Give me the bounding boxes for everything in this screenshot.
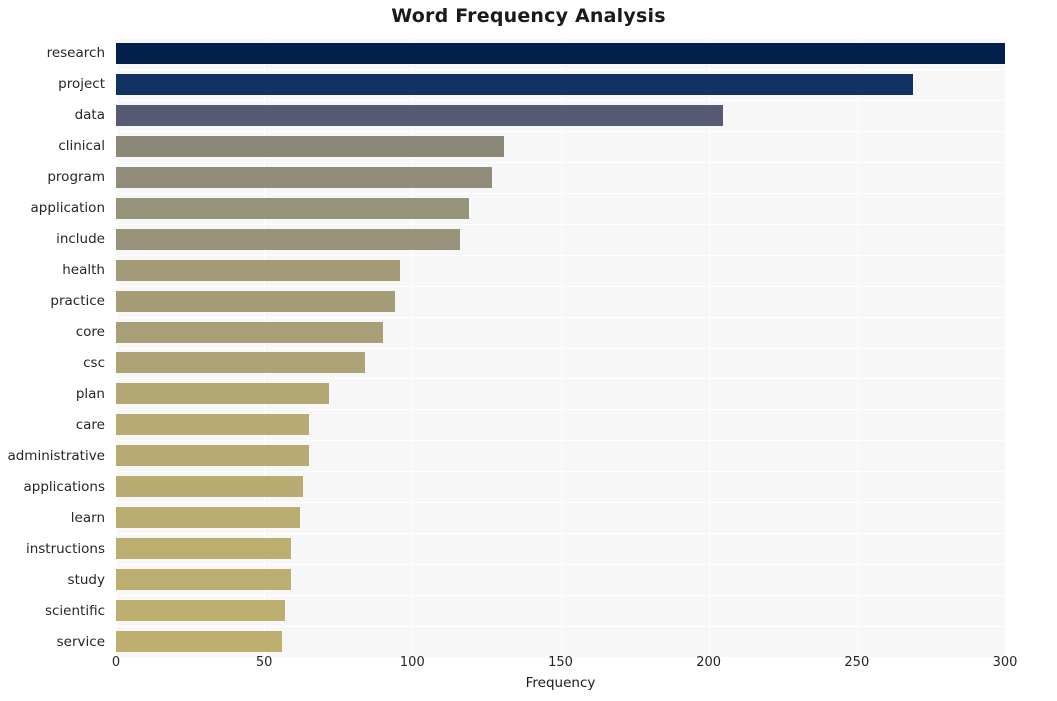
bar	[116, 414, 309, 436]
bar	[116, 352, 365, 374]
bar-fill	[116, 259, 401, 281]
bar-fill	[116, 569, 291, 591]
bar	[116, 228, 460, 250]
bar-fill	[116, 166, 493, 188]
bar	[116, 197, 469, 219]
y-axis-tick-labels: research project data clinical program applic…	[0, 38, 110, 657]
bar-fill	[116, 290, 395, 312]
y-tick-label: plan	[75, 385, 105, 402]
bar	[116, 104, 724, 126]
y-tick-label: csc	[83, 354, 105, 371]
x-tick-label: 200	[696, 655, 722, 670]
gridline-vertical	[1005, 38, 1006, 657]
bar	[116, 476, 303, 498]
bar-fill	[116, 507, 300, 529]
y-tick-label: care	[75, 416, 105, 433]
bar-fill	[116, 104, 724, 126]
x-tick-label: 50	[255, 655, 273, 670]
y-tick-label: core	[75, 324, 105, 341]
bar-fill	[116, 383, 330, 405]
bar	[116, 445, 309, 467]
y-tick-label: practice	[50, 293, 105, 310]
y-tick-label: health	[62, 262, 105, 279]
y-tick-label: service	[56, 633, 105, 650]
bar-fill	[116, 476, 303, 498]
x-tick-label: 300	[992, 655, 1018, 670]
bar	[116, 507, 300, 529]
bar	[116, 538, 291, 560]
bar-fill	[116, 352, 365, 374]
x-tick-label: 100	[399, 655, 425, 670]
bar-fill	[116, 228, 460, 250]
word-frequency-chart: Word Frequency Analysis research project d…	[0, 0, 1057, 701]
bar	[116, 259, 401, 281]
bar	[116, 42, 1005, 64]
bar	[116, 135, 505, 157]
x-tick-label: 150	[548, 655, 573, 670]
chart-title: Word Frequency Analysis	[391, 5, 666, 27]
bar-fill	[116, 600, 285, 622]
x-tick-label: 0	[111, 655, 121, 670]
bar-fill	[116, 197, 469, 219]
bar-fill	[116, 414, 309, 436]
x-axis-tick-labels: 0 50 100 150 200 250 300	[0, 655, 1057, 677]
bar-fill	[116, 321, 383, 343]
bar	[116, 383, 330, 405]
bar-fill	[116, 631, 282, 653]
bar-fill	[116, 135, 505, 157]
y-tick-label: program	[47, 169, 105, 186]
y-tick-label: administrative	[7, 447, 105, 464]
y-tick-label: instructions	[25, 540, 105, 557]
bar	[116, 631, 282, 653]
x-tick-label: 250	[844, 655, 870, 670]
bars-layer	[116, 38, 1005, 657]
bar-fill	[116, 538, 291, 560]
x-axis-title: Frequency	[525, 675, 596, 691]
y-tick-label: project	[58, 76, 105, 93]
bar-fill	[116, 42, 1005, 64]
bar	[116, 290, 395, 312]
y-tick-label: applications	[23, 478, 105, 495]
y-tick-label: include	[56, 231, 105, 248]
bar-fill	[116, 73, 914, 95]
y-tick-label: learn	[70, 509, 105, 526]
y-tick-label: application	[30, 200, 105, 217]
y-tick-label: scientific	[44, 602, 105, 619]
bar	[116, 600, 285, 622]
bar	[116, 569, 291, 591]
y-tick-label: research	[46, 45, 105, 62]
bar	[116, 73, 914, 95]
plot-area	[116, 38, 1006, 658]
y-tick-label: study	[67, 571, 105, 588]
bar	[116, 166, 493, 188]
y-tick-label: clinical	[58, 138, 105, 155]
y-tick-label: data	[74, 107, 105, 124]
bar-fill	[116, 445, 309, 467]
bar	[116, 321, 383, 343]
